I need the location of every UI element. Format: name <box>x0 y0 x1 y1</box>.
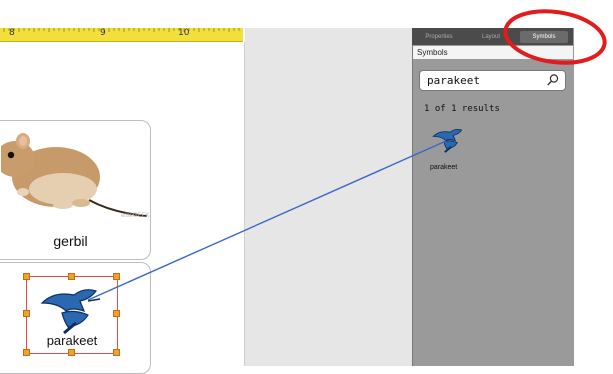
resize-handle[interactable] <box>68 273 75 280</box>
search-icon[interactable] <box>546 73 560 87</box>
search-input-value[interactable]: parakeet <box>427 74 480 87</box>
resize-handle[interactable] <box>23 310 30 317</box>
resize-handle[interactable] <box>113 273 120 280</box>
symbol-card-gerbil[interactable]: wiseGEEK gerbil <box>0 120 151 260</box>
ruler-label: 9 <box>100 28 106 38</box>
workspace-background <box>245 28 412 366</box>
results-count: 1 of 1 results <box>424 104 500 114</box>
parakeet-icon[interactable] <box>428 121 470 157</box>
ruler-ticks <box>3 28 240 32</box>
image-watermark: wiseGEEK <box>121 213 150 219</box>
symbol-search-field[interactable]: parakeet <box>419 70 566 91</box>
resize-handle[interactable] <box>68 349 75 356</box>
resize-handle[interactable] <box>113 310 120 317</box>
card-label: parakeet <box>46 333 98 348</box>
resize-handle[interactable] <box>23 349 30 356</box>
card-label: gerbil <box>53 233 88 249</box>
selected-symbol[interactable]: parakeet <box>23 273 120 356</box>
parakeet-icon <box>40 289 101 335</box>
ruler-label: 8 <box>9 28 15 38</box>
result-label: parakeet <box>430 164 458 171</box>
ruler-label: 10 <box>178 28 190 38</box>
highlight-ellipse <box>503 9 607 65</box>
gerbil-image <box>1 133 148 217</box>
resize-handle[interactable] <box>23 273 30 280</box>
tab-properties[interactable]: Properties <box>416 31 462 43</box>
resize-handle[interactable] <box>113 349 120 356</box>
horizontal-ruler: 8 9 10 <box>0 28 243 42</box>
